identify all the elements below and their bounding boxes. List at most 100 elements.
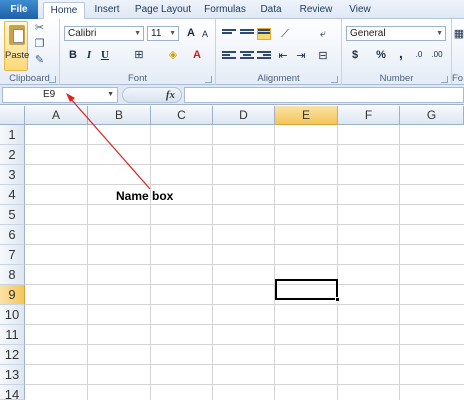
row-header-9[interactable]: 9 [0,285,25,305]
tab-data[interactable]: Data [256,2,286,19]
gridline [25,264,464,265]
tab-file[interactable]: File [0,0,38,19]
decrease-decimal-icon[interactable]: .00 [430,48,444,62]
alignment-launcher-icon[interactable] [331,76,338,83]
gridline [25,324,464,325]
tab-page-layout[interactable]: Page Layout [132,2,194,19]
cut-icon[interactable]: ✂ [33,22,46,35]
font-launcher-icon[interactable] [205,76,212,83]
alignment-group-label: Alignment [257,73,300,84]
bold-button[interactable]: B [66,48,80,62]
column-header-c[interactable]: C [151,106,213,125]
align-top-icon[interactable] [222,29,236,41]
merge-center-icon[interactable]: ⊟ [316,49,330,63]
paper-icon [13,29,24,43]
worksheet-grid[interactable]: A B C D E F G 1 2 3 4 5 6 7 8 9 10 11 12… [0,106,464,400]
column-header-f[interactable]: F [338,106,400,125]
alignment-group: ⟋ ⤶ ⇤ ⇥ ⊟ Alignment [216,19,342,85]
tab-formulas[interactable]: Formulas [200,2,250,19]
gridline [25,244,464,245]
row-header-8[interactable]: 8 [0,265,25,285]
align-center-icon[interactable] [240,51,254,63]
format-painter-icon[interactable]: ✎ [33,54,46,67]
orientation-icon[interactable]: ⟋ [278,27,292,41]
conditional-format-icon[interactable]: ▦ [452,27,464,41]
annotation-label: Name box [116,189,174,203]
font-group-label: Font [127,73,147,84]
wrap-text-icon[interactable]: ⤶ [316,27,330,41]
column-header-b[interactable]: B [88,106,151,125]
font-name-combo[interactable]: Calibri ▼ [64,26,144,41]
number-launcher-icon[interactable] [441,76,448,83]
row-header-6[interactable]: 6 [0,225,25,245]
gridline [25,164,464,165]
gridline [25,204,464,205]
select-all-corner[interactable] [0,106,25,125]
chevron-down-icon: ▼ [169,30,176,37]
formula-bar: E9 ▼ fx [0,85,464,105]
active-cell[interactable] [275,279,338,300]
row-header-11[interactable]: 11 [0,325,25,345]
gridline [25,184,464,185]
formula-input[interactable] [184,87,464,103]
row-header-13[interactable]: 13 [0,365,25,385]
shrink-font-icon[interactable]: A [198,27,212,41]
row-header-5[interactable]: 5 [0,205,25,225]
font-color-icon[interactable]: A [190,48,204,62]
row-header-3[interactable]: 3 [0,165,25,185]
row-header-7[interactable]: 7 [0,245,25,265]
grow-font-icon[interactable]: A [184,26,198,40]
percent-button[interactable]: % [374,48,388,62]
ribbon-tabs: File Home Insert Page Layout Formulas Da… [0,0,464,20]
name-box-value: E9 [43,89,56,100]
row-header-2[interactable]: 2 [0,145,25,165]
column-header-d[interactable]: D [213,106,275,125]
row-header-4[interactable]: 4 [0,185,25,205]
font-size-value: 11 [151,28,162,39]
number-format-value: General [350,28,386,39]
gridline [87,125,88,400]
tab-view[interactable]: View [344,2,376,19]
paste-label: Paste [5,50,30,61]
column-header-e[interactable]: E [275,106,338,125]
row-header-12[interactable]: 12 [0,345,25,365]
styles-group: ▦ Fo [452,19,464,85]
column-header-g[interactable]: G [400,106,464,125]
gridline [274,125,275,400]
tab-home[interactable]: Home [43,2,85,20]
align-bottom-icon[interactable] [257,28,271,40]
fill-handle[interactable] [335,297,340,302]
align-left-icon[interactable] [222,51,236,63]
italic-button[interactable]: I [82,48,96,62]
align-right-icon[interactable] [257,51,271,63]
gridline [25,344,464,345]
tab-insert[interactable]: Insert [88,2,126,19]
column-header-a[interactable]: A [25,106,88,125]
gridline [25,144,464,145]
decrease-indent-icon[interactable]: ⇤ [276,49,290,63]
row-header-14[interactable]: 14 [0,385,25,400]
comma-button[interactable]: , [394,46,408,60]
font-group: Calibri ▼ 11 ▼ A A B I U ⊞ ◈ A Font [60,19,216,85]
insert-function-icon[interactable]: fx [166,88,175,102]
font-size-combo[interactable]: 11 ▼ [147,26,179,41]
increase-decimal-icon[interactable]: .0 [412,48,426,62]
row-header-10[interactable]: 10 [0,305,25,325]
clipboard-launcher-icon[interactable] [49,76,56,83]
tab-review[interactable]: Review [296,2,336,19]
row-header-1[interactable]: 1 [0,125,25,145]
borders-icon[interactable]: ⊞ [132,48,146,62]
paste-button[interactable]: Paste [4,21,30,71]
currency-button[interactable]: $ [348,48,362,62]
underline-button[interactable]: U [98,48,112,62]
fill-color-icon[interactable]: ◈ [166,48,180,62]
clipboard-group: Paste ✂ ❐ ✎ Clipboard [0,19,60,85]
align-middle-icon[interactable] [240,29,254,41]
increase-indent-icon[interactable]: ⇥ [294,49,308,63]
font-name-value: Calibri [68,28,97,39]
copy-icon[interactable]: ❐ [33,38,46,51]
number-format-combo[interactable]: General ▼ [346,26,446,41]
gridline [150,125,151,400]
gridline [212,125,213,400]
name-box[interactable]: E9 ▼ [2,87,118,103]
